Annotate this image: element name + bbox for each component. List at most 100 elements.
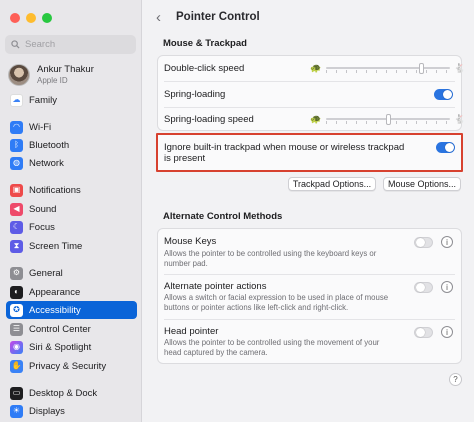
sidebar-item-label: Sound (29, 203, 57, 215)
close-window-button[interactable] (10, 13, 20, 23)
section-heading-alternate: Alternate Control Methods (163, 211, 283, 222)
head-pointer-info-icon[interactable]: i (441, 326, 453, 338)
help-button[interactable]: ? (449, 373, 462, 386)
ignore-trackpad-label: Ignore built-in trackpad when mouse or w… (164, 142, 404, 164)
alternate-pointer-info-icon[interactable]: i (441, 281, 453, 293)
sidebar-item-label: General (29, 267, 63, 279)
rabbit-icon: 🐇 (454, 114, 466, 124)
double-click-speed-slider[interactable] (326, 63, 450, 74)
search-icon (11, 40, 20, 49)
ignore-trackpad-label-line1: Ignore built-in trackpad when mouse or w… (164, 142, 405, 153)
alternate-pointer-description: Allows a switch or facial expression to … (164, 293, 389, 312)
alternate-pointer-label: Alternate pointer actions (164, 281, 267, 292)
sidebar-item-network[interactable]: ◍ Network (6, 154, 137, 172)
head-pointer-row: Head pointer Allows the pointer to be co… (158, 320, 461, 365)
turtle-icon: 🐢 (310, 63, 322, 73)
sidebar-item-privacy[interactable]: ✋ Privacy & Security (6, 357, 137, 375)
desktop-dock-icon: ▭ (10, 386, 23, 400)
window-controls (10, 13, 52, 23)
sidebar-item-appearance[interactable]: ◐ Appearance (6, 283, 137, 301)
family-icon: ☁ (10, 93, 23, 107)
sidebar-item-accessibility[interactable]: ✪ Accessibility (6, 301, 137, 319)
sidebar-item-label: Control Center (29, 323, 91, 335)
sidebar-item-label: Appearance (29, 286, 81, 298)
spring-loading-row: Spring-loading (158, 82, 461, 107)
notifications-icon: ▣ (10, 183, 23, 197)
profile-subtitle: Apple ID (37, 76, 68, 85)
network-icon: ◍ (10, 156, 23, 170)
sidebar-item-label: Focus (29, 221, 55, 233)
siri-icon: ◉ (10, 340, 23, 354)
sidebar-item-label: Bluetooth (29, 139, 70, 151)
control-center-icon: ☰ (10, 322, 23, 336)
alternate-control-card: Mouse Keys Allows the pointer to be cont… (157, 228, 462, 364)
sidebar-item-label: Family (29, 94, 57, 106)
sidebar-item-bluetooth[interactable]: ᛒ Bluetooth (6, 136, 137, 154)
sidebar-item-general[interactable]: ⚙ General (6, 264, 137, 282)
sound-icon: ◀ (10, 202, 23, 216)
sidebar-item-label: Privacy & Security (29, 360, 107, 372)
head-pointer-label: Head pointer (164, 326, 219, 337)
sidebar: Ankur Thakur Apple ID ☁ Family ◠ Wi-Fi ᛒ… (0, 0, 142, 422)
mouse-keys-label: Mouse Keys (164, 236, 217, 247)
spring-loading-speed-slider[interactable] (326, 114, 450, 125)
double-click-speed-label: Double-click speed (164, 63, 245, 74)
head-pointer-toggle[interactable] (414, 327, 433, 338)
sidebar-item-notifications[interactable]: ▣ Notifications (6, 181, 137, 199)
trackpad-options-button[interactable]: Trackpad Options... (288, 177, 376, 191)
mouse-options-button[interactable]: Mouse Options... (383, 177, 461, 191)
section-heading-mouse-trackpad: Mouse & Trackpad (163, 38, 247, 49)
screen-time-icon: ⧗ (10, 239, 23, 253)
displays-icon: ☀ (10, 404, 23, 418)
alternate-pointer-toggle[interactable] (414, 282, 433, 293)
avatar (8, 64, 30, 86)
sidebar-item-label: Notifications (29, 184, 81, 196)
turtle-icon: 🐢 (310, 114, 322, 124)
sidebar-item-label: Desktop & Dock (29, 387, 98, 399)
sidebar-item-siri[interactable]: ◉ Siri & Spotlight (6, 338, 137, 356)
spring-loading-toggle[interactable] (434, 89, 453, 100)
sidebar-item-focus[interactable]: ☾ Focus (6, 218, 137, 236)
sidebar-item-label: Screen Time (29, 240, 83, 252)
rabbit-icon: 🐇 (454, 63, 466, 73)
mouse-keys-toggle[interactable] (414, 237, 433, 248)
mouse-keys-row: Mouse Keys Allows the pointer to be cont… (158, 229, 461, 274)
back-chevron-icon[interactable]: ‹ (156, 9, 161, 26)
ignore-trackpad-row: Ignore built-in trackpad when mouse or w… (156, 133, 463, 172)
accessibility-icon: ✪ (10, 303, 23, 317)
mouse-keys-info-icon[interactable]: i (441, 236, 453, 248)
sidebar-item-label: Displays (29, 405, 65, 417)
sidebar-item-screen-time[interactable]: ⧗ Screen Time (6, 237, 137, 255)
sidebar-item-family[interactable]: ☁ Family (6, 91, 137, 109)
ignore-trackpad-toggle[interactable] (436, 142, 455, 153)
slider-thumb[interactable] (418, 63, 424, 74)
profile-name: Ankur Thakur (37, 64, 94, 75)
alternate-pointer-row: Alternate pointer actions Allows a switc… (158, 275, 461, 319)
mouse-trackpad-card: Double-click speed 🐢 🐇 Spring-loading Sp… (157, 55, 466, 131)
hand-icon: ✋ (10, 359, 23, 373)
sidebar-item-label: Network (29, 157, 64, 169)
gear-icon: ⚙ (10, 266, 23, 280)
spring-loading-label: Spring-loading (164, 89, 226, 100)
appearance-icon: ◐ (10, 285, 23, 299)
sidebar-item-control-center[interactable]: ☰ Control Center (6, 320, 137, 338)
page-title: Pointer Control (176, 11, 260, 23)
mouse-keys-description: Allows the pointer to be controlled usin… (164, 249, 377, 268)
sidebar-item-wifi[interactable]: ◠ Wi-Fi (6, 118, 137, 136)
bluetooth-icon: ᛒ (10, 138, 23, 152)
double-click-speed-row: Double-click speed 🐢 🐇 (158, 56, 465, 81)
head-pointer-description: Allows the pointer to be controlled usin… (164, 338, 380, 357)
slider-thumb[interactable] (385, 114, 391, 125)
spring-loading-speed-label: Spring-loading speed (164, 114, 254, 125)
search-field[interactable] (5, 35, 136, 54)
apple-id-profile[interactable]: Ankur Thakur Apple ID (8, 64, 94, 86)
focus-icon: ☾ (10, 220, 23, 234)
zoom-window-button[interactable] (42, 13, 52, 23)
search-input[interactable] (25, 39, 125, 50)
sidebar-item-desktop-dock[interactable]: ▭ Desktop & Dock (6, 384, 137, 402)
sidebar-item-displays[interactable]: ☀ Displays (6, 402, 137, 420)
minimize-window-button[interactable] (26, 13, 36, 23)
sidebar-item-label: Wi-Fi (29, 121, 52, 133)
sidebar-item-label: Accessibility (29, 304, 81, 316)
sidebar-item-sound[interactable]: ◀ Sound (6, 200, 137, 218)
